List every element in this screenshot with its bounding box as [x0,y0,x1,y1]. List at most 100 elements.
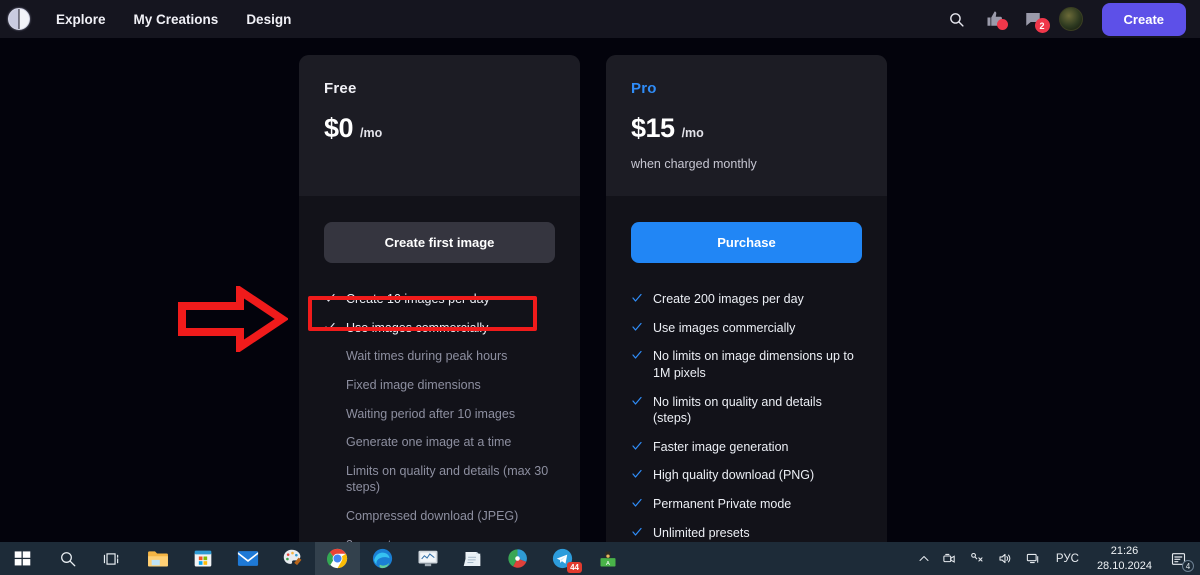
mail-button[interactable] [225,542,270,575]
feature-item: Use images commercially [324,314,555,343]
avatar-button[interactable] [1052,0,1090,38]
svg-text:A: A [606,560,610,566]
feature-item: High quality download (PNG) [631,461,862,490]
plan-period-pro: /mo [681,126,704,140]
plan-price-free: $0 [324,113,354,143]
notepad-button[interactable] [450,542,495,575]
notifications-badge: 4 [1182,560,1194,572]
network-status-button[interactable] [963,542,991,575]
telegram-badge: 44 [567,562,582,573]
likes-button[interactable] [976,0,1014,38]
plan-name-free: Free [324,80,357,97]
feature-label: Create 200 images per day [653,292,804,306]
green-app-button[interactable]: A [585,542,630,575]
feature-list-free: Create 10 images per day Use images comm… [324,285,555,575]
edge-button[interactable] [360,542,405,575]
task-view-button[interactable] [90,542,135,575]
camera-status-button[interactable] [936,542,963,575]
check-icon [631,321,643,333]
feature-item: Compressed download (JPEG) [324,502,555,531]
app-header: Explore My Creations Design 2 Create [0,0,1200,38]
feature-label: Unlimited presets [653,525,750,540]
notepad-icon [463,551,481,566]
feature-item: Waiting period after 10 images [324,400,555,429]
app-logo[interactable] [0,8,38,30]
feature-label: Fixed image dimensions [346,377,481,392]
telegram-button[interactable]: 44 [540,542,585,575]
avatar [1058,7,1083,31]
price-row-free: $0 /mo [324,113,555,144]
plan-body-pro: Purchase Create 200 images per day Use i… [606,196,887,575]
clock[interactable]: 21:26 28.10.2024 [1088,544,1161,574]
feature-item: Permanent Private mode [631,490,862,519]
green-app-icon: A [600,551,615,566]
search-button[interactable] [938,0,976,38]
plan-body-free: Create first image Create 10 images per … [299,196,580,575]
chrome-icon [327,548,348,569]
language-indicator[interactable]: РУС [1047,553,1088,565]
feature-label: Waiting period after 10 images [346,406,516,421]
likes-badge-dot [996,19,1008,30]
check-icon [631,292,643,304]
file-explorer-button[interactable] [135,542,180,575]
nav-item-design[interactable]: Design [232,4,305,35]
volume-button[interactable] [991,542,1019,575]
check-icon [324,292,336,304]
check-icon [631,526,643,538]
nav-item-explore[interactable]: Explore [42,4,120,35]
messages-badge: 2 [1034,18,1050,33]
folder-icon [147,551,168,567]
feature-label: Create 10 images per day [346,292,490,306]
camera-icon [943,553,955,563]
display-icon [1026,553,1039,564]
feature-label: Use images commercially [653,320,796,335]
feature-label: Limits on quality and details (max 30 st… [346,463,549,495]
check-icon [631,497,643,509]
microsoft-store-button[interactable] [180,542,225,575]
feature-label: Compressed download (JPEG) [346,509,519,523]
notifications-button[interactable]: 4 [1161,542,1196,575]
feature-label: Wait times during peak hours [346,349,508,364]
paint-button[interactable] [270,542,315,575]
monitor-app-button[interactable] [405,542,450,575]
store-icon [194,550,211,566]
plan-period-free: /mo [360,126,383,140]
taskbar-search-button[interactable] [45,542,90,575]
feature-label: No limits on quality and details (steps) [653,394,822,426]
check-icon [324,321,336,333]
envelope-icon [237,551,258,566]
plan-header-pro: Pro $15 /mo when charged monthly [606,55,887,196]
price-row-pro: $15 /mo [631,113,862,144]
edge-icon [372,548,393,569]
feature-label: Use images commercially [346,320,489,335]
feature-item: Create 10 images per day [324,285,555,314]
feature-item: Faster image generation [631,433,862,462]
nav-item-my-creations[interactable]: My Creations [120,4,233,35]
feature-item: Create 200 images per day [631,285,862,314]
plan-price-pro: $15 [631,113,675,143]
feature-item: Fixed image dimensions [324,371,555,400]
display-settings-button[interactable] [1019,542,1047,575]
feature-label: High quality download (PNG) [653,468,815,483]
clock-time: 21:26 [1110,544,1139,557]
create-button[interactable]: Create [1101,2,1186,36]
feature-item: Wait times during peak hours [324,342,555,371]
red-arrow-right-icon [178,286,288,352]
monitor-icon [418,550,437,567]
create-first-image-button[interactable]: Create first image [324,222,555,263]
split-circle-logo-icon [8,8,30,30]
paint-palette-icon [283,549,302,566]
clock-date: 28.10.2024 [1096,559,1152,572]
messages-button[interactable]: 2 [1014,0,1052,38]
show-hidden-icons-button[interactable] [912,542,936,575]
system-tray: РУС 21:26 28.10.2024 4 [912,542,1200,575]
chrome-button[interactable] [315,542,360,575]
start-button[interactable] [0,542,45,575]
maps-app-button[interactable] [495,542,540,575]
windows-logo-icon [14,551,31,566]
purchase-button[interactable]: Purchase [631,222,862,263]
chevron-up-icon [919,555,929,561]
feature-list-pro: Create 200 images per day Use images com… [631,285,862,575]
speaker-icon [999,553,1011,564]
windows-taskbar: 44 A РУС 21:26 28.10.2024 4 [0,542,1200,575]
